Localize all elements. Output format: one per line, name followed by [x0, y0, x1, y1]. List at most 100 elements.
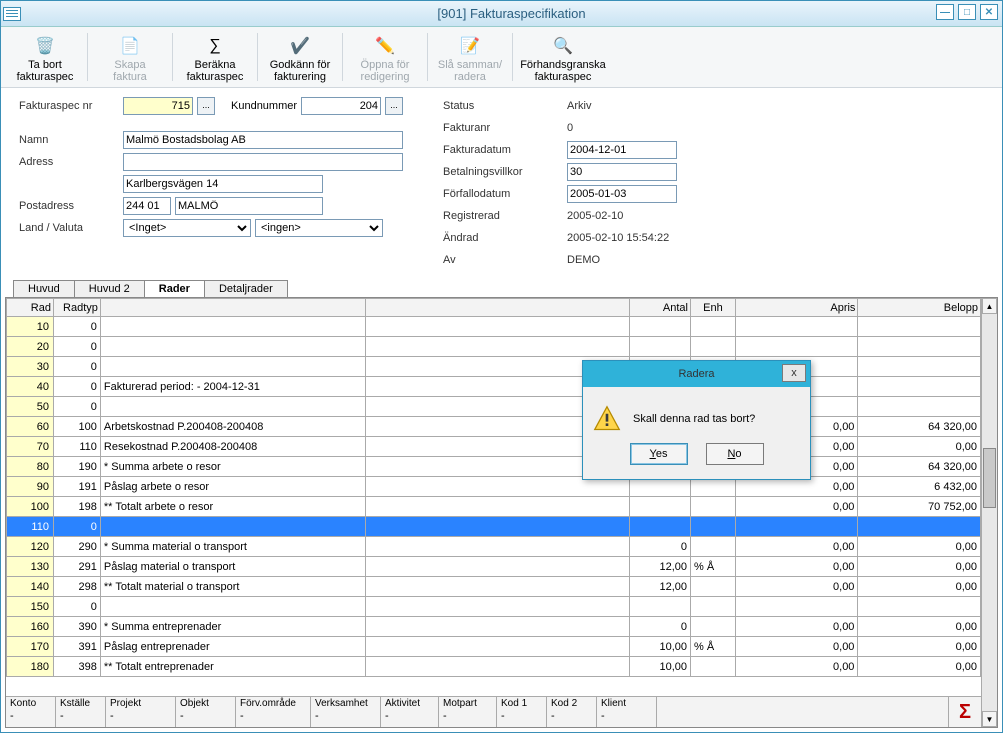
toolbar: 🗑️ Ta bortfakturaspec 📄 Skapafaktura ∑ B…: [1, 27, 1002, 88]
table-row[interactable]: 1500: [7, 597, 981, 617]
warning-icon: [593, 405, 621, 433]
dialog-message: Skall denna rad tas bort?: [633, 413, 755, 425]
table-row[interactable]: 400Fakturerad period: - 2004-12-31: [7, 377, 981, 397]
calc-spec-button[interactable]: ∑ Beräknafakturaspec: [175, 31, 255, 87]
footer-col: Kod 2-: [547, 697, 597, 727]
fakturadatum-input[interactable]: [567, 141, 677, 159]
table-row[interactable]: 100198** Totalt arbete o resor0,0070 752…: [7, 497, 981, 517]
table-row[interactable]: 130291Påslag material o transport12,00% …: [7, 557, 981, 577]
rows-table[interactable]: Rad Radtyp Antal Enh Apris Belopp 100200…: [6, 298, 981, 677]
footer-col: [657, 697, 949, 727]
adress-input[interactable]: [123, 153, 403, 171]
tab-rader[interactable]: Rader: [144, 280, 205, 297]
fakturaspec-nr-input[interactable]: [123, 97, 193, 115]
footer-col: Motpart-: [439, 697, 497, 727]
table-row[interactable]: 100: [7, 317, 981, 337]
label-andrad: Ändrad: [443, 232, 563, 244]
tab-huvud[interactable]: Huvud: [13, 280, 75, 297]
dialog-yes-button[interactable]: Yes: [630, 443, 688, 465]
merge-delete-button: 📝 Slå samman/radera: [430, 31, 510, 87]
fakturaspec-nr-lookup[interactable]: ...: [197, 97, 215, 115]
label-fakturaspec-nr: Fakturaspec nr: [19, 100, 119, 112]
table-row[interactable]: 90191Påslag arbete o resor0,006 432,00: [7, 477, 981, 497]
label-namn: Namn: [19, 134, 119, 146]
create-icon: 📄: [118, 35, 142, 57]
status-value: Arkiv: [567, 100, 591, 112]
footer-col: Förv.område-: [236, 697, 311, 727]
preview-icon: 🔍: [551, 35, 575, 57]
approve-button[interactable]: ✔️ Godkänn förfakturering: [260, 31, 340, 87]
label-kundnummer: Kundnummer: [231, 100, 297, 112]
namn-input[interactable]: [123, 131, 403, 149]
tabstrip: Huvud Huvud 2 Rader Detaljrader: [13, 280, 1002, 297]
footer-col: Verksamhet-: [311, 697, 381, 727]
vertical-scrollbar[interactable]: ▲ ▼: [981, 298, 997, 727]
label-status: Status: [443, 100, 563, 112]
tab-huvud2[interactable]: Huvud 2: [74, 280, 145, 297]
kundnummer-lookup[interactable]: ...: [385, 97, 403, 115]
footer-col: Kod 1-: [497, 697, 547, 727]
col-antal[interactable]: Antal: [629, 299, 690, 317]
av-value: DEMO: [567, 254, 600, 266]
dialog-title: Radera x: [583, 361, 810, 387]
table-row[interactable]: 500: [7, 397, 981, 417]
kundnummer-input[interactable]: [301, 97, 381, 115]
app-menu-icon[interactable]: [3, 7, 21, 21]
edit-icon: ✏️: [373, 35, 397, 57]
forfallodatum-input[interactable]: [567, 185, 677, 203]
table-row[interactable]: 70110Resekostnad P.200408-2004080,000,00: [7, 437, 981, 457]
scroll-up-icon[interactable]: ▲: [982, 298, 997, 314]
maximize-button[interactable]: □: [958, 4, 976, 20]
dialog-no-button[interactable]: No: [706, 443, 764, 465]
col-rad[interactable]: Rad: [7, 299, 54, 317]
remove-spec-button[interactable]: 🗑️ Ta bortfakturaspec: [5, 31, 85, 87]
scroll-thumb[interactable]: [983, 448, 996, 508]
close-button[interactable]: ✕: [980, 4, 998, 20]
open-for-edit-button: ✏️ Öppna förredigering: [345, 31, 425, 87]
table-row[interactable]: 200: [7, 337, 981, 357]
table-row[interactable]: 80190* Summa arbete o resor0,0064 320,00: [7, 457, 981, 477]
postort-input[interactable]: [175, 197, 323, 215]
label-postadress: Postadress: [19, 200, 119, 212]
tab-detaljrader[interactable]: Detaljrader: [204, 280, 288, 297]
table-row[interactable]: 170391Påslag entreprenader10,00% Å0,000,…: [7, 637, 981, 657]
adress2-input[interactable]: [123, 175, 323, 193]
sum-button[interactable]: Σ: [949, 697, 981, 727]
label-fakturadatum: Fakturadatum: [443, 144, 563, 156]
table-row[interactable]: 1100: [7, 517, 981, 537]
betalningsvillkor-input[interactable]: [567, 163, 677, 181]
approve-icon: ✔️: [288, 35, 312, 57]
merge-icon: 📝: [458, 35, 482, 57]
window-title: [901] Fakturaspecifikation: [21, 6, 1002, 21]
registrerad-value: 2005-02-10: [567, 210, 623, 222]
label-fakturanr: Fakturanr: [443, 122, 563, 134]
label-forfallodatum: Förfallodatum: [443, 188, 563, 200]
valuta-select[interactable]: <ingen>: [255, 219, 383, 237]
table-row[interactable]: 140298** Totalt material o transport12,0…: [7, 577, 981, 597]
dialog-close-button[interactable]: x: [782, 364, 806, 382]
grid-area: Rad Radtyp Antal Enh Apris Belopp 100200…: [5, 297, 998, 728]
col-apris[interactable]: Apris: [735, 299, 858, 317]
label-betalningsvillkor: Betalningsvillkor: [443, 166, 563, 178]
footer-col: Konto-: [6, 697, 56, 727]
footer-col: Aktivitet-: [381, 697, 439, 727]
postnr-input[interactable]: [123, 197, 171, 215]
table-row[interactable]: 180398** Totalt entreprenader10,000,000,…: [7, 657, 981, 677]
land-select[interactable]: <Inget>: [123, 219, 251, 237]
minimize-button[interactable]: —: [936, 4, 954, 20]
table-row[interactable]: 60100Arbetskostnad P.200408-2004080,0064…: [7, 417, 981, 437]
table-row[interactable]: 160390* Summa entreprenader00,000,00: [7, 617, 981, 637]
label-av: Av: [443, 254, 563, 266]
col-text1[interactable]: [100, 299, 365, 317]
col-radtyp[interactable]: Radtyp: [53, 299, 100, 317]
table-row[interactable]: 120290* Summa material o transport00,000…: [7, 537, 981, 557]
app-window: [901] Fakturaspecifikation — □ ✕ 🗑️ Ta b…: [0, 0, 1003, 733]
preview-button[interactable]: 🔍 Förhandsgranskafakturaspec: [515, 31, 611, 87]
col-text2[interactable]: [366, 299, 629, 317]
col-enh[interactable]: Enh: [691, 299, 736, 317]
label-adress: Adress: [19, 156, 119, 168]
col-belopp[interactable]: Belopp: [858, 299, 981, 317]
form-area: Fakturaspec nr ... Kundnummer ... Namn A…: [1, 88, 1002, 274]
scroll-down-icon[interactable]: ▼: [982, 711, 997, 727]
table-row[interactable]: 300: [7, 357, 981, 377]
